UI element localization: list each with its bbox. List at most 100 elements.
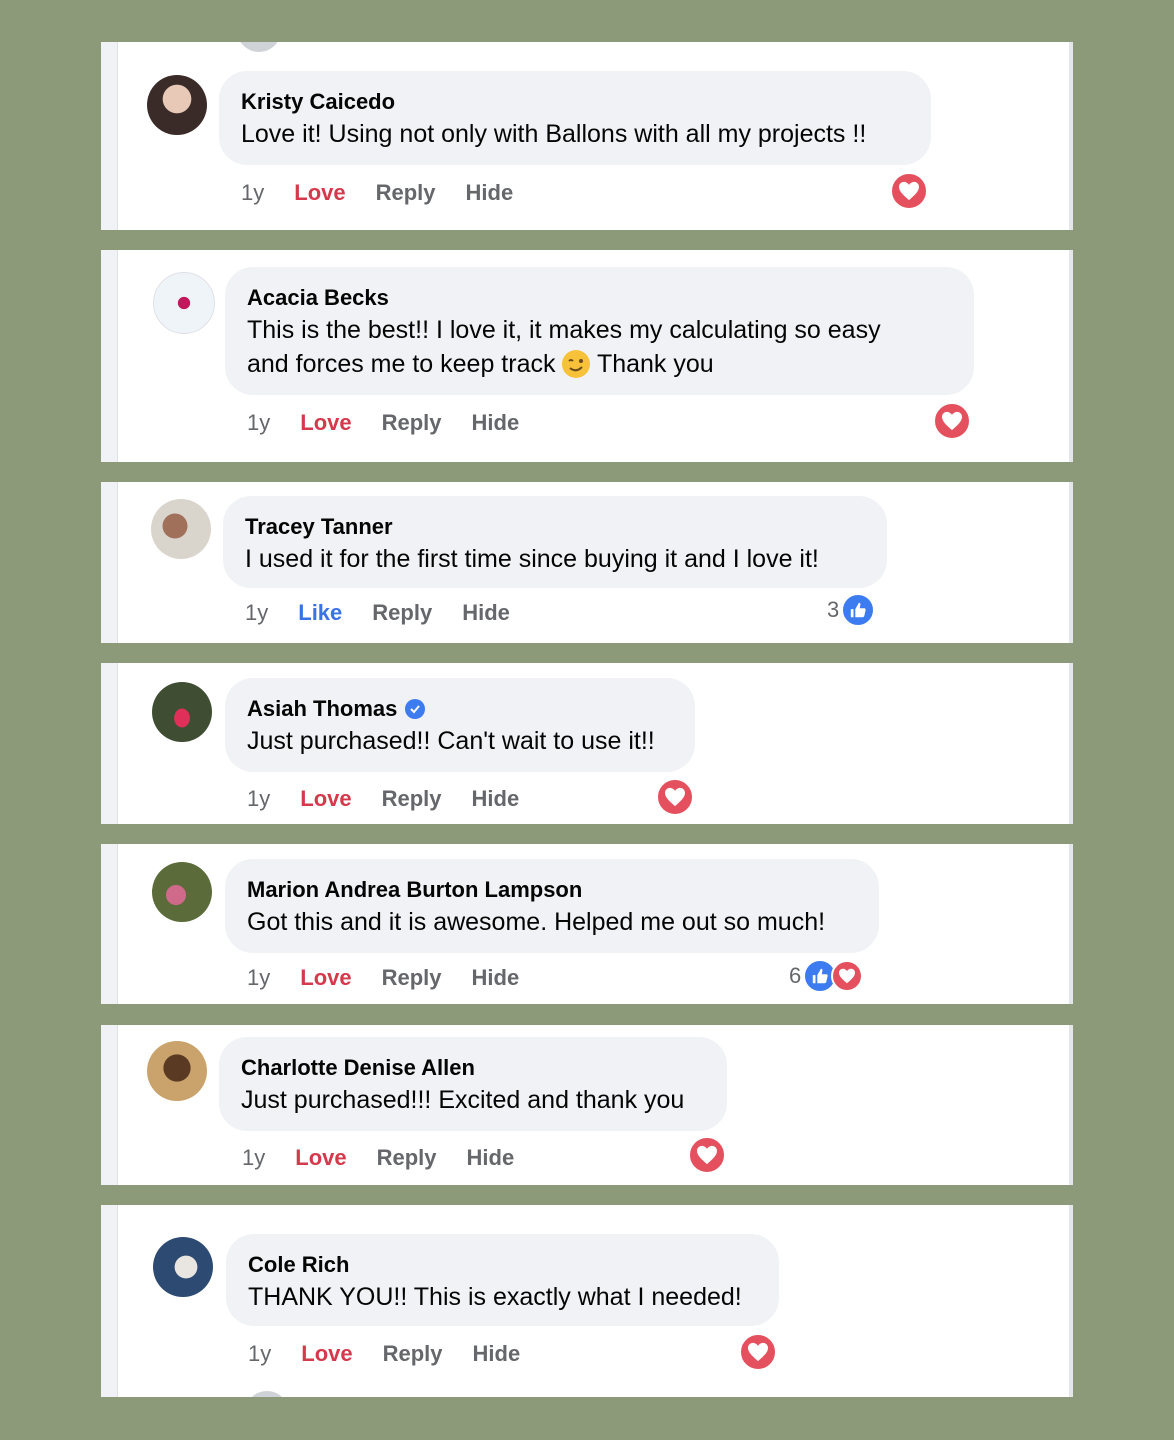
card-edge bbox=[101, 482, 118, 643]
comment-text-part: and forces me to keep track bbox=[247, 350, 556, 378]
comment-text: I used it for the first time since buyin… bbox=[245, 545, 819, 573]
avatar[interactable] bbox=[147, 75, 207, 135]
avatar[interactable] bbox=[151, 499, 211, 559]
reaction-summary[interactable]: 3 bbox=[827, 593, 876, 627]
love-button[interactable]: Love bbox=[300, 786, 351, 812]
comment-card: Cole Rich THANK YOU!! This is exactly wh… bbox=[101, 1205, 1073, 1397]
reaction-summary[interactable]: 6 bbox=[789, 959, 864, 993]
comment-bubble: Charlotte Denise Allen Just purchased!!!… bbox=[219, 1037, 727, 1131]
comment-author[interactable]: Cole Rich bbox=[248, 1252, 757, 1278]
reaction-count: 6 bbox=[789, 963, 802, 988]
comment-bubble: Tracey Tanner I used it for the first ti… bbox=[223, 496, 887, 588]
comment-bubble: Cole Rich THANK YOU!! This is exactly wh… bbox=[226, 1234, 779, 1326]
reply-button[interactable]: Reply bbox=[383, 1341, 443, 1367]
comment-actions: 1y Love Reply Hide bbox=[247, 965, 549, 991]
screenshot-frame: Kristy Caicedo Love it! Using not only w… bbox=[0, 0, 1174, 1440]
comment-time[interactable]: 1y bbox=[241, 180, 264, 206]
reply-button[interactable]: Reply bbox=[382, 786, 442, 812]
heart-reaction-icon bbox=[831, 960, 864, 992]
card-edge bbox=[1069, 844, 1073, 1004]
reaction-summary[interactable] bbox=[688, 1136, 726, 1174]
avatar[interactable] bbox=[153, 272, 215, 334]
comment-time[interactable]: 1y bbox=[247, 786, 270, 812]
comment-text: This is the best!! I love it, it makes m… bbox=[247, 316, 881, 344]
comment-text: Got this and it is awesome. Helped me ou… bbox=[247, 908, 826, 936]
card-edge bbox=[101, 663, 118, 824]
comment-actions: 1y Love Reply Hide bbox=[247, 786, 549, 812]
avatar[interactable] bbox=[152, 682, 212, 742]
card-edge bbox=[101, 1025, 118, 1185]
comment-actions: 1y Love Reply Hide bbox=[241, 180, 543, 206]
hide-button[interactable]: Hide bbox=[472, 410, 520, 436]
love-button[interactable]: Love bbox=[295, 1145, 346, 1171]
avatar[interactable] bbox=[147, 1041, 207, 1101]
comment-time[interactable]: 1y bbox=[247, 965, 270, 991]
hide-button[interactable]: Hide bbox=[466, 180, 514, 206]
card-edge bbox=[1069, 663, 1073, 824]
comment-author-name[interactable]: Asiah Thomas bbox=[247, 696, 397, 722]
comment-time[interactable]: 1y bbox=[247, 410, 270, 436]
comment-actions: 1y Like Reply Hide bbox=[245, 600, 540, 626]
comment-author[interactable]: Marion Andrea Burton Lampson bbox=[247, 877, 857, 903]
comment-actions: 1y Love Reply Hide bbox=[247, 410, 549, 436]
comment-author[interactable]: Charlotte Denise Allen bbox=[241, 1055, 705, 1081]
heart-reaction-icon bbox=[890, 172, 928, 210]
comment-bubble: Marion Andrea Burton Lampson Got this an… bbox=[225, 859, 879, 953]
like-reaction-icon bbox=[841, 593, 876, 627]
comment-bubble: Asiah Thomas Just purchased!! Can't wait… bbox=[225, 678, 695, 772]
reply-button[interactable]: Reply bbox=[382, 965, 442, 991]
comment-author[interactable]: Acacia Becks bbox=[247, 285, 952, 311]
card-edge bbox=[101, 42, 118, 230]
comment-card: Charlotte Denise Allen Just purchased!!!… bbox=[101, 1025, 1073, 1185]
hide-button[interactable]: Hide bbox=[462, 600, 510, 626]
reply-button[interactable]: Reply bbox=[372, 600, 432, 626]
comment-card: Acacia Becks This is the best!! I love i… bbox=[101, 250, 1073, 462]
reaction-summary[interactable] bbox=[933, 402, 971, 440]
comment-actions: 1y Love Reply Hide bbox=[242, 1145, 544, 1171]
like-button[interactable]: Like bbox=[298, 600, 342, 626]
comment-time[interactable]: 1y bbox=[242, 1145, 265, 1171]
comment-time[interactable]: 1y bbox=[248, 1341, 271, 1367]
heart-reaction-icon bbox=[656, 778, 694, 816]
comment-author[interactable]: Kristy Caicedo bbox=[241, 89, 909, 115]
love-button[interactable]: Love bbox=[301, 1341, 352, 1367]
heart-reaction-icon bbox=[933, 402, 971, 440]
reply-button[interactable]: Reply bbox=[376, 180, 436, 206]
reply-button[interactable]: Reply bbox=[382, 410, 442, 436]
comment-bubble: Kristy Caicedo Love it! Using not only w… bbox=[219, 71, 931, 165]
reaction-summary[interactable] bbox=[656, 778, 694, 816]
love-button[interactable]: Love bbox=[294, 180, 345, 206]
comment-card: Asiah Thomas Just purchased!! Can't wait… bbox=[101, 663, 1073, 824]
hide-button[interactable]: Hide bbox=[473, 1341, 521, 1367]
reply-button[interactable]: Reply bbox=[377, 1145, 437, 1171]
card-edge bbox=[101, 1205, 118, 1397]
card-edge bbox=[1069, 1205, 1073, 1397]
avatar bbox=[245, 1391, 289, 1397]
comment-text: Just purchased!! Can't wait to use it!! bbox=[247, 727, 655, 755]
reaction-summary[interactable] bbox=[890, 172, 928, 210]
hide-button[interactable]: Hide bbox=[472, 965, 520, 991]
comment-actions: 1y Love Reply Hide bbox=[248, 1341, 550, 1367]
avatar[interactable] bbox=[152, 862, 212, 922]
comment-text: Love it! Using not only with Ballons wit… bbox=[241, 120, 867, 148]
card-edge bbox=[1069, 482, 1073, 643]
comment-text: Just purchased!!! Excited and thank you bbox=[241, 1086, 685, 1114]
comment-time[interactable]: 1y bbox=[245, 600, 268, 626]
hide-button[interactable]: Hide bbox=[472, 786, 520, 812]
comment-text: and forces me to keep track Thank you bbox=[247, 347, 952, 381]
hide-button[interactable]: Hide bbox=[467, 1145, 515, 1171]
comment-author: Asiah Thomas bbox=[247, 696, 673, 722]
reaction-summary[interactable] bbox=[739, 1333, 777, 1371]
comment-card: Marion Andrea Burton Lampson Got this an… bbox=[101, 844, 1073, 1004]
comment-card: Kristy Caicedo Love it! Using not only w… bbox=[101, 42, 1073, 230]
love-button[interactable]: Love bbox=[300, 410, 351, 436]
comment-author[interactable]: Tracey Tanner bbox=[245, 514, 865, 540]
love-button[interactable]: Love bbox=[300, 965, 351, 991]
avatar[interactable] bbox=[153, 1237, 213, 1297]
comment-card: Tracey Tanner I used it for the first ti… bbox=[101, 482, 1073, 643]
card-edge bbox=[101, 250, 118, 462]
reaction-count: 3 bbox=[827, 597, 840, 622]
card-edge bbox=[101, 844, 118, 1004]
card-edge bbox=[1069, 1025, 1073, 1185]
wink-emoji-icon bbox=[562, 350, 591, 378]
